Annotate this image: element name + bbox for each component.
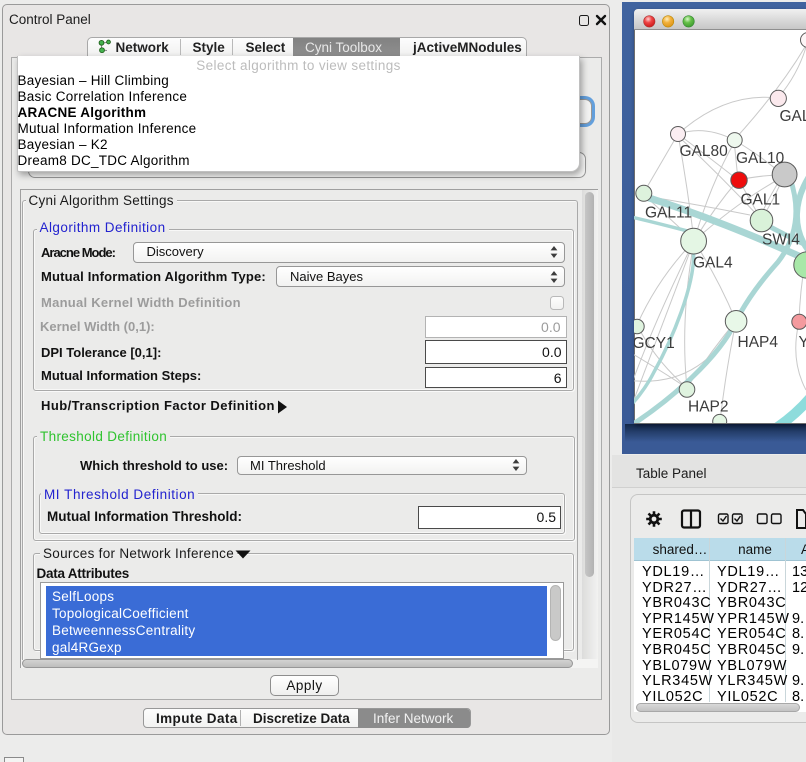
svg-text:Y: Y	[799, 334, 806, 351]
svg-text:HAP2: HAP2	[688, 399, 729, 416]
svg-text:GAL: GAL	[780, 108, 806, 125]
svg-text:SWI4: SWI4	[762, 232, 800, 249]
svg-text:GAL11: GAL11	[645, 205, 692, 222]
svg-text:GAL4: GAL4	[693, 255, 733, 272]
svg-text:GAL1: GAL1	[741, 192, 781, 209]
svg-text:GAL10: GAL10	[736, 150, 785, 167]
svg-text:GCY1: GCY1	[634, 335, 675, 352]
svg-text:HAP4: HAP4	[738, 334, 779, 351]
svg-text:GAL80: GAL80	[680, 143, 729, 160]
